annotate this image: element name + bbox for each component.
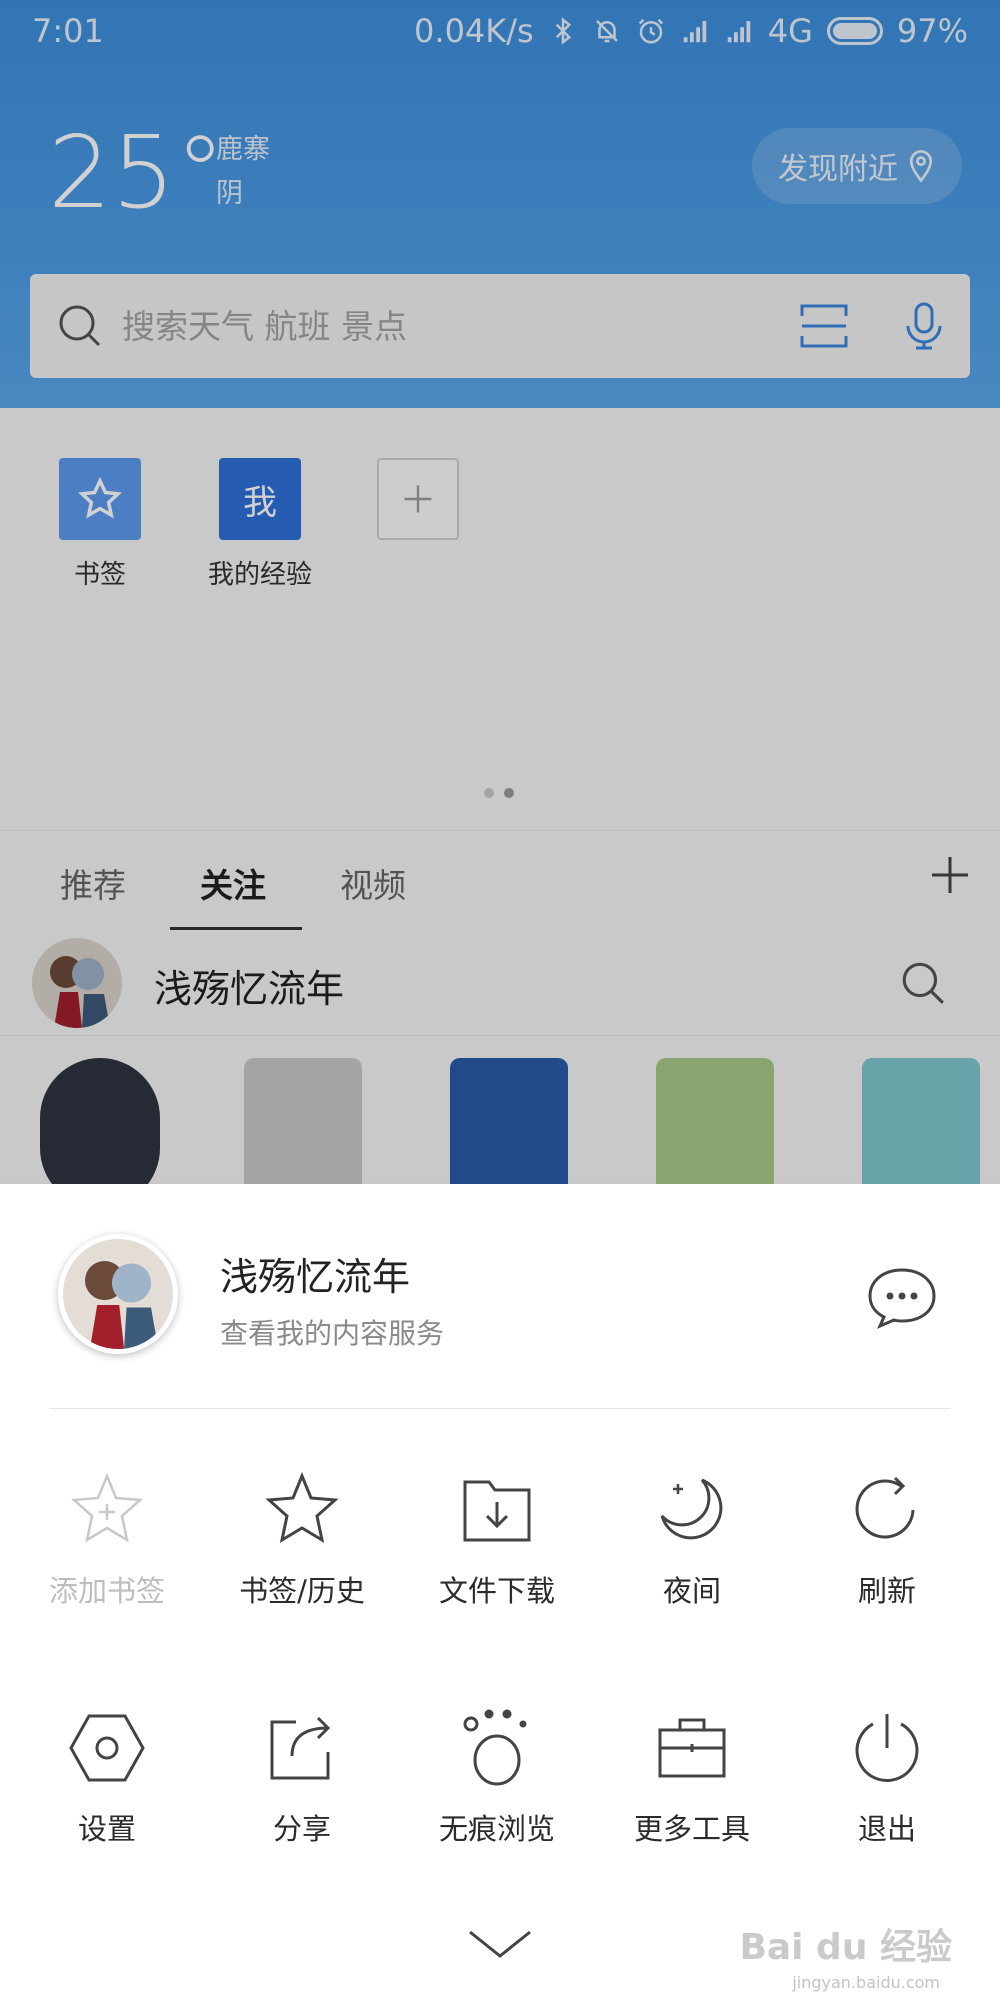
dim-overlay[interactable] (0, 0, 1000, 1184)
menu-label: 无痕浏览 (438, 1812, 555, 1846)
download-folder-icon (463, 1480, 531, 1542)
menu-label: 更多工具 (633, 1812, 750, 1846)
profile-subtitle[interactable]: 查看我的内容服务 (220, 1312, 444, 1352)
menu-label: 刷新 (857, 1574, 916, 1608)
paw-icon (463, 1709, 527, 1786)
menu-refresh[interactable]: 刷新 (792, 1470, 982, 1610)
menu-share[interactable]: 分享 (207, 1708, 397, 1848)
refresh-icon (855, 1476, 915, 1539)
watermark: Bai du 经验 (739, 1927, 952, 1968)
menu-night-mode[interactable]: 夜间 (597, 1470, 787, 1610)
menu-label: 夜间 (662, 1574, 721, 1608)
menu-label: 分享 (272, 1812, 331, 1846)
menu-label: 书签/历史 (239, 1574, 365, 1608)
share-icon (270, 1716, 331, 1780)
watermark-url: jingyan.baidu.com (792, 1973, 940, 1992)
menu-file-download[interactable]: 文件下载 (402, 1470, 592, 1610)
menu-label: 退出 (857, 1812, 916, 1846)
moon-icon (660, 1478, 723, 1540)
power-icon (855, 1714, 919, 1782)
menu-more-tools[interactable]: 更多工具 (597, 1708, 787, 1848)
menu-sheet: 浅殇忆流年 查看我的内容服务 添加书签 书签/历史 文件下载 夜间 刷新 设置 … (0, 1184, 1000, 2000)
message-icon[interactable] (866, 1266, 938, 1330)
add-bookmark-icon (70, 1472, 144, 1543)
settings-hexagon-icon (69, 1714, 145, 1782)
profile-name[interactable]: 浅殇忆流年 (220, 1246, 410, 1301)
star-icon (265, 1472, 339, 1544)
avatar-image (63, 1239, 173, 1349)
menu-settings[interactable]: 设置 (12, 1708, 202, 1848)
menu-bookmarks-history[interactable]: 书签/历史 (207, 1470, 397, 1610)
menu-label: 添加书签 (48, 1574, 165, 1608)
menu-add-bookmark[interactable]: 添加书签 (12, 1470, 202, 1610)
toolbox-icon (658, 1718, 726, 1778)
menu-label: 文件下载 (438, 1574, 555, 1608)
divider (50, 1408, 950, 1409)
menu-incognito[interactable]: 无痕浏览 (402, 1708, 592, 1848)
avatar[interactable] (58, 1234, 178, 1354)
menu-exit[interactable]: 退出 (792, 1708, 982, 1848)
menu-label: 设置 (77, 1812, 136, 1846)
chevron-down-icon[interactable] (466, 1924, 534, 1964)
